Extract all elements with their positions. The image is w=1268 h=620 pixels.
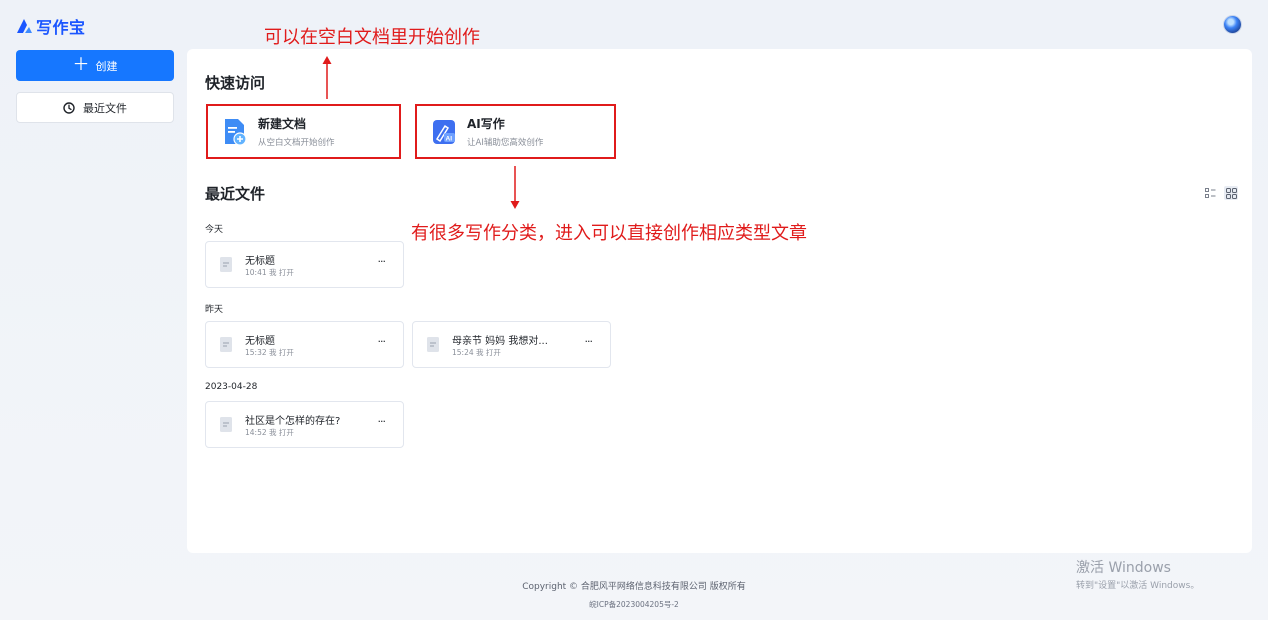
annotation-top: 可以在空白文档里开始创作 [264,27,480,48]
clock-icon [63,101,75,114]
app-name: 写作宝 [36,18,86,37]
group-label-today: 今天 [205,225,224,235]
file-name: 无标题 [245,256,275,267]
create-button[interactable]: ＋ 创建 [16,50,174,81]
document-icon [220,257,232,272]
ai-writing-card[interactable]: AI AI写作 让AI辅助您高效创作 [415,104,616,159]
quick-access-title: 快速访问 [205,74,266,92]
document-icon [220,337,232,352]
file-card[interactable]: 无标题 15:32 我 打开 ··· [205,321,404,368]
new-document-title: 新建文档 [258,117,307,131]
file-meta: 10:41 我 打开 [245,268,294,277]
group-label-date: 2023-04-28 [205,382,258,392]
svg-text:AI: AI [446,135,453,142]
more-options-button[interactable]: ··· [378,335,386,348]
avatar[interactable] [1224,16,1241,33]
file-card[interactable]: 无标题 10:41 我 打开 ··· [205,241,404,288]
logo-icon [17,19,32,33]
plus-icon: ＋ [72,55,90,75]
grid-view-toggle[interactable] [1224,186,1238,200]
new-document-subtitle: 从空白文档开始创作 [258,138,335,148]
file-meta: 15:24 我 打开 [452,348,501,357]
new-document-icon [225,118,247,146]
arrow-up-icon [322,56,332,99]
app-logo[interactable]: 写作宝 [16,14,86,38]
file-card[interactable]: 母亲节 妈妈 我想对... 15:24 我 打开 ··· [412,321,611,368]
more-options-button[interactable]: ··· [378,255,386,268]
more-options-button[interactable]: ··· [378,415,386,428]
document-icon [427,337,439,352]
recent-files-label: 最近文件 [83,101,127,115]
file-meta: 15:32 我 打开 [245,348,294,357]
arrow-down-icon [510,166,520,209]
more-options-button[interactable]: ··· [585,335,593,348]
list-view-toggle[interactable] [1203,186,1217,200]
create-button-label: 创建 [95,59,118,73]
icp-link[interactable]: 皖ICP备2023004205号-2 [0,599,1268,610]
watermark-line1: 激活 Windows [1076,560,1171,576]
annotation-middle: 有很多写作分类，进入可以直接创作相应类型文章 [411,223,807,244]
file-card[interactable]: 社区是个怎样的存在? 14:52 我 打开 ··· [205,401,404,448]
new-document-card[interactable]: 新建文档 从空白文档开始创作 [206,104,401,159]
ai-writing-subtitle: 让AI辅助您高效创作 [467,138,544,148]
grid-view-icon [1225,187,1237,199]
group-label-yesterday: 昨天 [205,305,224,315]
activation-watermark: 激活 Windows 转到"设置"以激活 Windows。 [1076,557,1199,591]
ai-pen-icon: AI [433,119,455,144]
recent-files-title: 最近文件 [205,185,266,203]
recent-files-button[interactable]: 最近文件 [16,92,174,123]
file-name: 无标题 [245,336,275,347]
watermark-line2: 转到"设置"以激活 Windows。 [1076,581,1200,591]
document-icon [220,417,232,432]
ai-writing-title: AI写作 [467,117,505,131]
list-view-icon [1204,187,1215,198]
file-name: 母亲节 妈妈 我想对... [452,336,548,347]
file-name: 社区是个怎样的存在? [245,416,341,427]
file-meta: 14:52 我 打开 [245,428,294,437]
